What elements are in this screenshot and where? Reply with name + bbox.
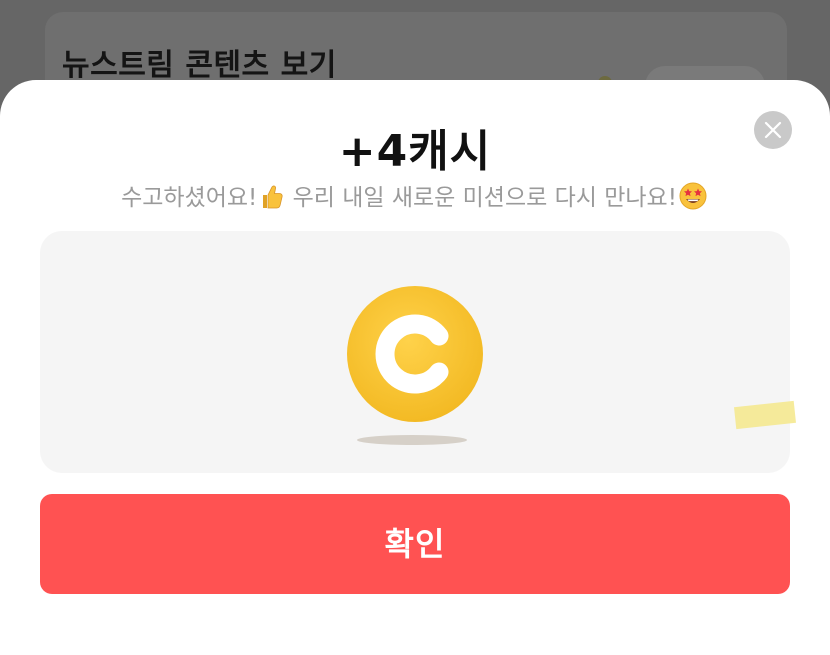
- subtitle-thanks-text: 수고하셨어요!: [121, 185, 258, 211]
- subtitle-see-you-text: 우리 내일 새로운 미션으로 다시 만나요!: [285, 185, 677, 211]
- close-button[interactable]: [754, 111, 792, 149]
- star-struck-face-icon: [679, 182, 707, 216]
- confirm-button[interactable]: 확인: [40, 494, 790, 594]
- screen: 뉴스트림 콘텐츠 보기 +4캐시 수고하셨어요! 우리 내일 새로운 미션으로 …: [0, 0, 830, 655]
- mission-card-title: 뉴스트림 콘텐츠 보기: [62, 48, 337, 83]
- cash-coin-icon: [345, 284, 485, 424]
- coin-shadow: [357, 435, 467, 445]
- reward-title: +4캐시: [338, 126, 492, 177]
- reward-subtitle: 수고하셨어요! 우리 내일 새로운 미션으로 다시 만나요!: [0, 178, 830, 216]
- close-icon: [764, 121, 782, 139]
- thumbs-up-icon: [259, 184, 283, 216]
